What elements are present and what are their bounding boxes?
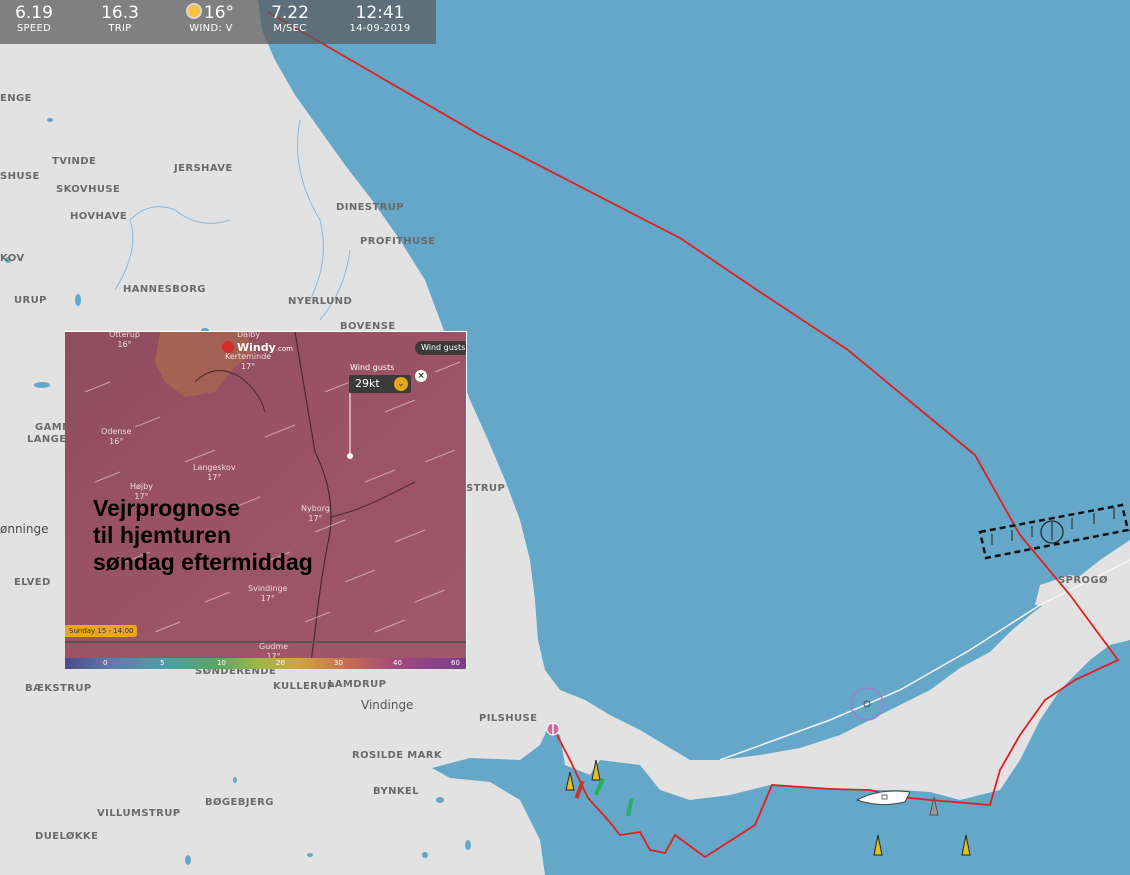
place-label: SPROGØ: [1058, 575, 1108, 586]
windy-city-label: Otterup 16°: [109, 331, 140, 349]
place-label: ROSILDE MARK: [352, 750, 443, 761]
place-label: HANNESBORG: [123, 284, 206, 295]
trip-readout: 16.3 TRIP: [95, 3, 145, 35]
place-label: JERSHAVE: [174, 163, 233, 174]
trip-value: 16.3: [101, 3, 139, 23]
speed-readout: 6.19 SPEED: [8, 3, 60, 35]
windy-city-label: Langeskov 17°: [193, 463, 236, 482]
scale-tick: 5: [160, 659, 165, 667]
place-label: KOV: [0, 253, 25, 264]
place-label: ENGE: [0, 93, 32, 104]
temperature-value: 16°: [203, 3, 235, 23]
forecast-timeline: [65, 641, 466, 643]
chevron-down-icon: ⌄: [394, 377, 408, 391]
place-label: BØGEBJERG: [205, 797, 274, 808]
windy-logo-icon: [222, 341, 234, 353]
scale-tick: 40: [393, 659, 402, 667]
place-label: PROFITHUSE: [360, 236, 436, 247]
speed-label: SPEED: [16, 23, 52, 34]
date-label: 14-09-2019: [349, 23, 411, 34]
windy-city-label: Svindinge 17°: [248, 584, 288, 603]
place-label: HOVHAVE: [70, 211, 128, 222]
place-label: SHUSE: [0, 171, 40, 182]
instrument-bar: 6.19 SPEED 16.3 TRIP 16° WIND: V 7.22 M/…: [0, 0, 436, 44]
place-label: PILSHUSE: [479, 713, 538, 724]
scale-tick: 10: [217, 659, 226, 667]
wind-speed-label: M/SEC: [273, 23, 307, 34]
place-label: ELVED: [14, 577, 51, 588]
wind-speed-value: 7.22: [271, 3, 309, 23]
time-value: 12:41: [355, 3, 405, 23]
place-label: SKOVHUSE: [56, 184, 121, 195]
place-label: URUP: [14, 295, 47, 306]
scale-tick: 30: [334, 659, 343, 667]
windy-logo: Windy.com: [222, 341, 293, 354]
place-label: LAMDRUP: [328, 679, 387, 690]
caption-line: søndag eftermiddag: [93, 549, 313, 575]
place-label: VILLUMSTRUP: [97, 808, 181, 819]
place-label: DUELØKKE: [35, 831, 99, 842]
scale-tick: 60: [451, 659, 460, 667]
speed-value: 6.19: [15, 3, 53, 23]
place-label: BYNKEL: [373, 786, 420, 797]
wind-gusts-layer-pill: Wind gusts: [415, 341, 466, 355]
place-label: DINESTRUP: [336, 202, 404, 213]
wind-scale-bar: 0 5 10 20 30 40 60: [65, 658, 466, 669]
wind-readout: 16° WIND: V: [176, 3, 246, 35]
forecast-time-badge: Sunday 15 - 14:00: [65, 625, 138, 637]
windy-city-label: Odense 16°: [101, 427, 132, 446]
trip-label: TRIP: [108, 23, 132, 34]
place-label: Vindinge: [361, 698, 414, 712]
windy-city-label: Kerteminde 17°: [225, 352, 272, 371]
wind-gusts-title: Wind gusts: [350, 363, 395, 372]
place-label: KULLERUP: [273, 681, 335, 692]
place-label: STRUP: [466, 483, 506, 494]
windy-forecast-screenshot: Otterup 16° Odense 16° Kerteminde 17° Lange…: [65, 331, 467, 669]
place-label: TVINDE: [52, 156, 97, 167]
caption-line: Vejrprognose: [93, 495, 240, 521]
scale-tick: 20: [276, 659, 285, 667]
time-readout: 12:41 14-09-2019: [342, 3, 418, 35]
close-icon: ×: [415, 370, 427, 382]
scale-tick: 0: [103, 659, 108, 667]
place-label: BÆKSTRUP: [25, 683, 92, 694]
sun-icon: [187, 5, 200, 17]
place-label: NYERLUND: [288, 296, 353, 307]
wind-gusts-value-box: 29kt ⌄: [349, 375, 411, 393]
wind-gusts-value: 29kt: [355, 377, 380, 390]
wind-speed-readout: 7.22 M/SEC: [262, 3, 318, 35]
caption-line: til hjemturen: [93, 522, 232, 548]
windy-city-label: Dalby: [237, 331, 261, 339]
harbour-marker[interactable]: [546, 722, 560, 736]
place-label: ønninge: [0, 522, 49, 536]
wind-label: WIND: V: [189, 23, 233, 34]
forecast-caption: Vejrprognose til hjemturen søndag efterm…: [93, 495, 313, 576]
